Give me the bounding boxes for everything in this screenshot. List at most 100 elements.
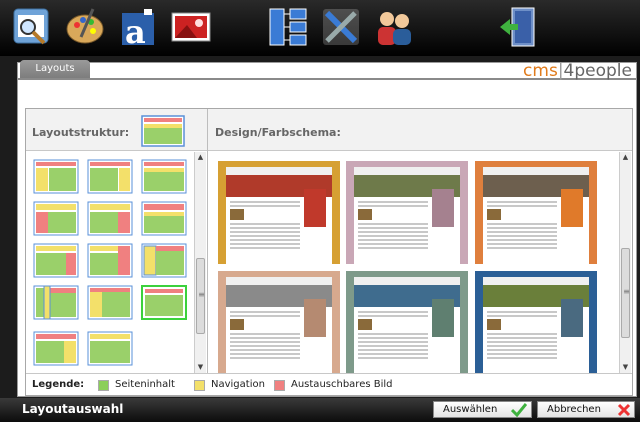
design-text-line: [487, 333, 557, 335]
layout-list-scrollbar[interactable]: ▲ ▼: [194, 152, 206, 373]
design-thumbnail[interactable]: [218, 271, 340, 373]
design-header-bar: [354, 167, 460, 175]
legend-swatch-navigation: [194, 380, 205, 391]
layout-structure-list: [26, 152, 207, 373]
design-text-line: [358, 205, 428, 207]
bottom-bar: Layoutauswahl Auswählen Abbrechen: [0, 398, 640, 422]
scroll-thumb[interactable]: [621, 248, 631, 338]
design-text-line: [487, 337, 557, 339]
design-content-image: [487, 319, 501, 330]
users-icon[interactable]: [372, 5, 416, 49]
tab-layouts[interactable]: Layouts: [20, 60, 90, 78]
brand-part-1: cms: [523, 61, 558, 81]
design-page-preview: [483, 167, 589, 264]
design-text-line: [230, 201, 300, 203]
design-header-bar: [483, 277, 589, 285]
design-text-line: [487, 315, 557, 317]
design-page-preview: [226, 167, 332, 264]
design-text-line: [230, 311, 300, 313]
layout-option[interactable]: [33, 243, 79, 278]
design-text-line: [230, 243, 300, 245]
layout-option[interactable]: [141, 159, 187, 194]
design-grid-scrollbar[interactable]: ▲ ▼: [619, 152, 631, 373]
sitemap-icon[interactable]: [266, 5, 310, 49]
layout-option[interactable]: [87, 243, 133, 278]
font-icon[interactable]: a: [116, 5, 160, 49]
scroll-down-arrow-icon[interactable]: ▼: [620, 362, 631, 373]
scroll-down-arrow-icon[interactable]: ▼: [195, 362, 206, 373]
search-page-icon[interactable]: [10, 5, 54, 49]
scroll-up-arrow-icon[interactable]: ▲: [620, 152, 631, 163]
design-sidebar: [304, 299, 326, 337]
design-page-preview: [354, 167, 460, 264]
layout-option[interactable]: [33, 285, 79, 320]
cancel-button[interactable]: Abbrechen: [537, 401, 635, 418]
design-text-line: [358, 315, 428, 317]
palette-icon[interactable]: [63, 5, 107, 49]
select-button[interactable]: Auswählen: [433, 401, 532, 418]
design-thumbnail[interactable]: [346, 161, 468, 264]
design-text-line: [230, 315, 300, 317]
design-text-line: [230, 337, 300, 339]
layout-option[interactable]: [87, 159, 133, 194]
close-icon: [617, 403, 631, 417]
layout-panel: Layouts cms|4people Layoutstruktur: Desi…: [17, 60, 637, 397]
design-header-bar: [226, 167, 332, 175]
design-text-line: [487, 243, 557, 245]
design-text-line: [230, 223, 300, 225]
design-text-line: [487, 345, 557, 347]
design-text-line: [358, 353, 428, 355]
design-thumbnail[interactable]: [346, 271, 468, 373]
selection-area: Layoutstruktur: Design/Farbschema: ▲ ≡ ▼…: [25, 108, 633, 396]
layout-option[interactable]: [87, 201, 133, 236]
design-text-line: [358, 311, 428, 313]
design-thumbnail[interactable]: [218, 161, 340, 264]
design-text-line: [358, 201, 428, 203]
design-grid: [209, 152, 619, 373]
design-text-line: [487, 357, 557, 359]
main-toolbar: a: [0, 0, 640, 56]
legend-label-content: Seiteninhalt: [115, 379, 175, 390]
design-text-line: [230, 227, 300, 229]
design-thumbnail[interactable]: [475, 271, 597, 373]
current-layout-icon: [141, 115, 185, 147]
design-header-bar: [483, 167, 589, 175]
design-text-line: [230, 247, 300, 249]
brand-logo: cms|4people: [523, 61, 632, 81]
design-thumbnail[interactable]: [475, 161, 597, 264]
layout-option[interactable]: [141, 243, 187, 278]
design-text-line: [358, 231, 428, 233]
design-text-line: [230, 205, 300, 207]
design-sidebar: [304, 189, 326, 227]
design-text-line: [230, 235, 300, 237]
design-text-line: [487, 235, 557, 237]
design-text-line: [487, 353, 557, 355]
layout-option[interactable]: [33, 201, 79, 236]
legend-label-navigation: Navigation: [211, 379, 265, 390]
design-text-line: [487, 201, 557, 203]
design-text-line: [230, 231, 300, 233]
legend-swatch-image: [274, 380, 285, 391]
design-text-line: [358, 349, 428, 351]
scroll-thumb[interactable]: [196, 258, 206, 334]
design-text-line: [230, 353, 300, 355]
scroll-up-arrow-icon[interactable]: ▲: [195, 152, 206, 163]
layout-option[interactable]: [141, 201, 187, 236]
image-icon[interactable]: [169, 5, 213, 49]
column-divider: [207, 109, 208, 373]
tools-icon[interactable]: [319, 5, 363, 49]
layout-option[interactable]: [87, 285, 133, 320]
layout-option[interactable]: [33, 331, 79, 366]
svg-text:a: a: [125, 13, 146, 49]
layout-option-selected[interactable]: [141, 285, 187, 320]
design-text-line: [487, 227, 557, 229]
design-text-line: [358, 345, 428, 347]
design-text-line: [487, 311, 557, 313]
design-color-scheme-label: Design/Farbschema:: [215, 126, 341, 139]
layout-option[interactable]: [87, 331, 133, 366]
design-text-line: [487, 239, 557, 241]
design-text-line: [487, 231, 557, 233]
layout-option[interactable]: [33, 159, 79, 194]
design-text-line: [230, 341, 300, 343]
exit-door-icon[interactable]: [496, 5, 540, 49]
